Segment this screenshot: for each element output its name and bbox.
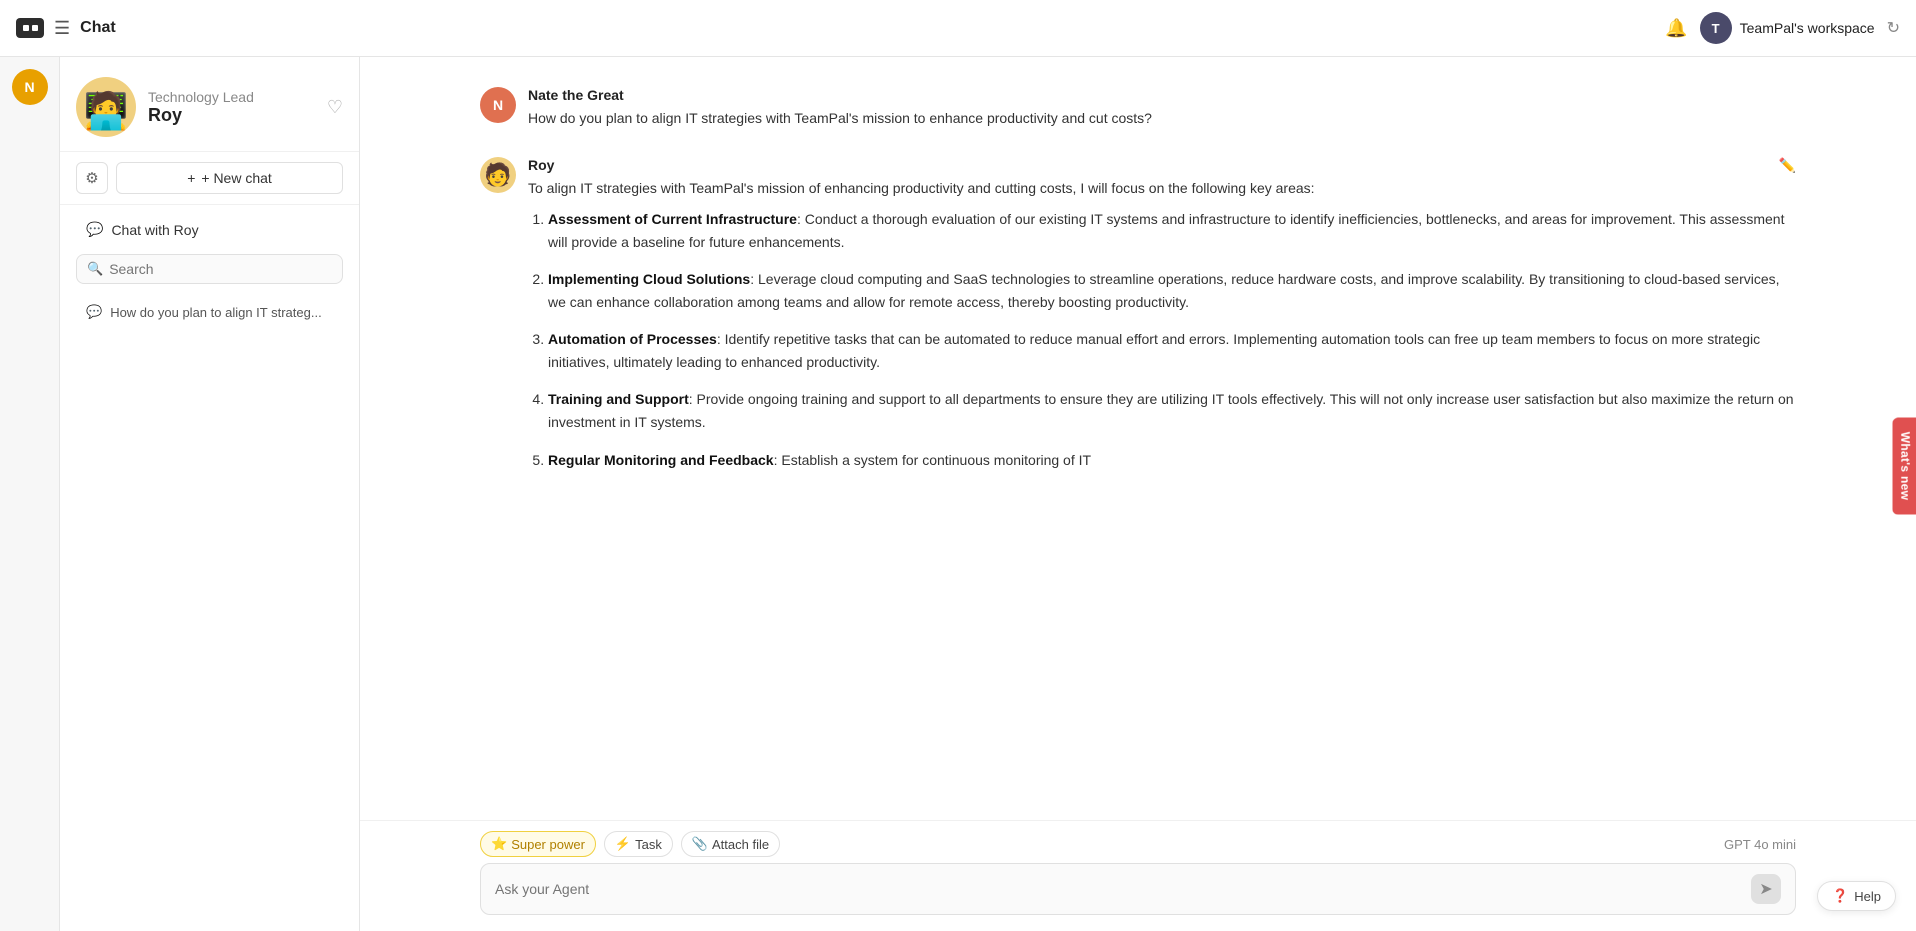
gpt-model-label: GPT 4o mini	[1724, 837, 1796, 852]
user-message-content: Nate the Great How do you plan to align …	[528, 87, 1796, 129]
search-icon: 🔍	[87, 261, 103, 277]
profile-avatar-wrapper: 🧑‍💻	[76, 77, 136, 137]
gear-icon: ⚙	[85, 169, 98, 187]
attach-icon: 📎	[692, 836, 708, 852]
input-area: ⭐ Super power ⚡ Task 📎 Attach file GPT 4…	[360, 820, 1916, 931]
profile-role: Technology Lead	[148, 89, 315, 105]
agent-message-avatar: 🧑	[480, 157, 516, 193]
attach-button[interactable]: 📎 Attach file	[681, 831, 780, 857]
search-input[interactable]	[109, 261, 332, 277]
message-input[interactable]	[495, 881, 1741, 897]
input-box-wrapper: ➤	[480, 863, 1796, 915]
sidebar-nav: 💬 Chat with Roy	[60, 205, 359, 250]
topbar-right: 🔔 T TeamPal's workspace ↻	[1665, 12, 1900, 44]
chat-icon: 💬	[86, 221, 103, 238]
list-item: Automation of Processes: Identify repeti…	[548, 328, 1796, 374]
response-list: Assessment of Current Infrastructure: Co…	[548, 208, 1796, 472]
message-row-agent: 🧑 Roy To align IT strategies with TeamPa…	[480, 157, 1796, 485]
messages-container: N Nate the Great How do you plan to alig…	[360, 57, 1916, 820]
agent-message-content: Roy To align IT strategies with TeamPal'…	[528, 157, 1796, 485]
send-button[interactable]: ➤	[1751, 874, 1781, 904]
agent-sender-name: Roy	[528, 157, 1796, 173]
favorite-icon[interactable]: ♡	[327, 97, 343, 118]
chat-history-icon: 💬	[86, 304, 102, 320]
new-chat-label: + New chat	[201, 170, 271, 186]
profile-avatar: 🧑‍💻	[76, 77, 136, 137]
task-label: Task	[635, 837, 662, 852]
list-item: Assessment of Current Infrastructure: Co…	[548, 208, 1796, 254]
bell-icon[interactable]: 🔔	[1665, 18, 1687, 39]
workspace-switcher[interactable]: T TeamPal's workspace	[1700, 12, 1875, 44]
user-avatar-small[interactable]: N	[12, 69, 48, 105]
list-item-bold: Regular Monitoring and Feedback	[548, 452, 774, 468]
list-item-bold: Automation of Processes	[548, 331, 717, 347]
workspace-name: TeamPal's workspace	[1740, 20, 1875, 36]
chat-history-label: How do you plan to align IT strateg...	[110, 305, 322, 320]
chat-history: 💬 How do you plan to align IT strateg...	[60, 292, 359, 931]
task-icon: ⚡	[615, 836, 631, 852]
input-toolbar: ⭐ Super power ⚡ Task 📎 Attach file GPT 4…	[480, 831, 1796, 857]
sidebar-toolbar: ⚙ + + New chat	[60, 152, 359, 205]
edit-icon[interactable]: ✏️	[1779, 157, 1796, 174]
profile-name: Roy	[148, 105, 315, 126]
app-logo	[16, 18, 44, 38]
settings-button[interactable]: ⚙	[76, 162, 108, 194]
user-message-text: How do you plan to align IT strategies w…	[528, 107, 1796, 129]
list-item-bold: Assessment of Current Infrastructure	[548, 211, 797, 227]
whats-new-tab[interactable]: What's new	[1893, 417, 1916, 514]
star-icon: ⭐	[491, 836, 507, 852]
attach-label: Attach file	[712, 837, 769, 852]
list-item-text: : Identify repetitive tasks that can be …	[548, 331, 1760, 370]
main-layout: N 🧑‍💻 Technology Lead Roy ♡ ⚙ + + New	[0, 57, 1916, 931]
help-button[interactable]: ❓ Help	[1817, 881, 1896, 911]
superpower-button[interactable]: ⭐ Super power	[480, 831, 596, 857]
agent-intro-text: To align IT strategies with TeamPal's mi…	[528, 177, 1796, 199]
app-title: Chat	[80, 19, 116, 37]
sidebar-main: 🧑‍💻 Technology Lead Roy ♡ ⚙ + + New chat…	[60, 57, 360, 931]
message-row-user: N Nate the Great How do you plan to alig…	[480, 87, 1796, 129]
list-item: Implementing Cloud Solutions: Leverage c…	[548, 268, 1796, 314]
workspace-avatar: T	[1700, 12, 1732, 44]
plus-icon: +	[187, 170, 195, 186]
profile-avatar-emoji: 🧑‍💻	[84, 93, 129, 129]
list-item: Training and Support: Provide ongoing tr…	[548, 388, 1796, 434]
profile-info: Technology Lead Roy	[148, 89, 315, 126]
chat-area: N Nate the Great How do you plan to alig…	[360, 57, 1916, 931]
search-input-wrapper: 🔍	[76, 254, 343, 284]
send-icon: ➤	[1759, 879, 1772, 899]
list-item-text: : Establish a system for continuous moni…	[774, 452, 1091, 468]
chat-history-item[interactable]: 💬 How do you plan to align IT strateg...	[76, 296, 343, 328]
list-item-text: : Provide ongoing training and support t…	[548, 391, 1794, 430]
topbar: ☰ Chat 🔔 T TeamPal's workspace ↻	[0, 0, 1916, 57]
list-item: Regular Monitoring and Feedback: Establi…	[548, 449, 1796, 472]
sidebar-item-chat-with-roy[interactable]: 💬 Chat with Roy	[76, 213, 343, 246]
list-item-bold: Training and Support	[548, 391, 689, 407]
menu-icon[interactable]: ☰	[54, 18, 70, 39]
profile-section: 🧑‍💻 Technology Lead Roy ♡	[60, 57, 359, 152]
user-sender-name: Nate the Great	[528, 87, 1796, 103]
new-chat-button[interactable]: + + New chat	[116, 162, 343, 194]
help-label: Help	[1854, 889, 1881, 904]
sidebar-item-label: Chat with Roy	[111, 222, 198, 238]
superpower-label: Super power	[511, 837, 585, 852]
task-button[interactable]: ⚡ Task	[604, 831, 673, 857]
search-container: 🔍	[60, 250, 359, 292]
list-item-bold: Implementing Cloud Solutions	[548, 271, 750, 287]
user-message-avatar: N	[480, 87, 516, 123]
help-circle-icon: ❓	[1832, 888, 1848, 904]
refresh-icon[interactable]: ↻	[1887, 18, 1900, 38]
sidebar-narrow: N	[0, 57, 60, 931]
